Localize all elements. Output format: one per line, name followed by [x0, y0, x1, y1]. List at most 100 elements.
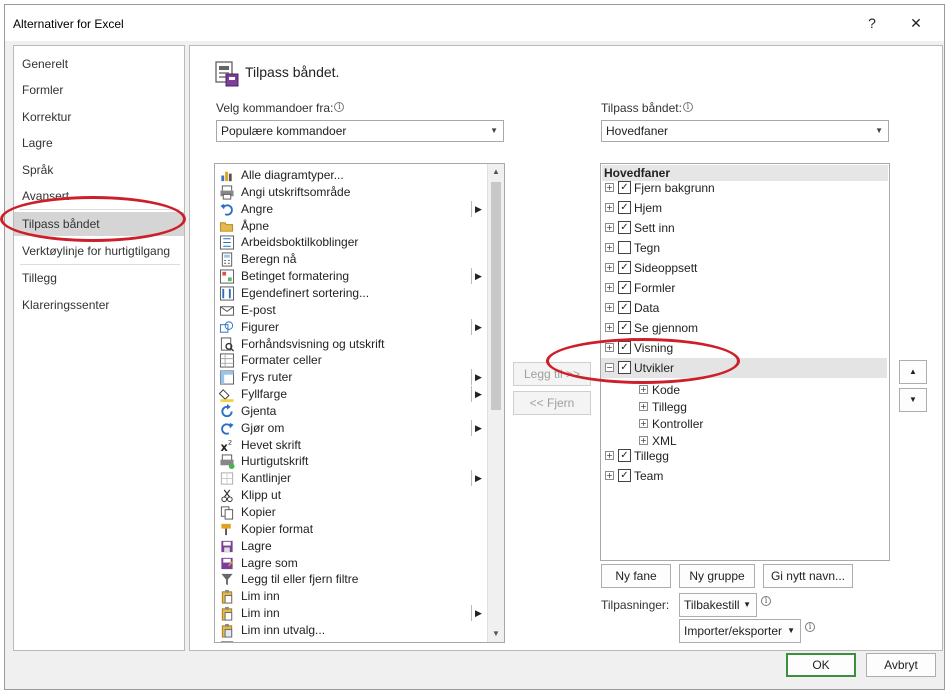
- tab-checkbox[interactable]: ✓: [618, 469, 631, 482]
- expand-icon[interactable]: +: [639, 402, 648, 411]
- move-up-button[interactable]: ▲: [899, 360, 927, 384]
- customize-ribbon-dropdown[interactable]: Hovedfaner ▼: [601, 120, 889, 142]
- tree-item[interactable]: + ✓ Data: [601, 298, 887, 318]
- command-item[interactable]: Figurer ▶: [215, 318, 485, 336]
- move-down-button[interactable]: ▼: [899, 388, 927, 412]
- tree-item[interactable]: + ✓ Formler: [601, 278, 887, 298]
- sidebar-item[interactable]: Lagre: [14, 131, 184, 155]
- expand-icon[interactable]: +: [605, 203, 614, 212]
- tree-item[interactable]: + ✓ Se gjennom: [601, 318, 887, 338]
- dropdown-arrow-icon: ▼: [875, 126, 883, 135]
- new-tab-button[interactable]: Ny fane: [601, 564, 671, 588]
- command-label: Lagre: [241, 538, 272, 553]
- tab-checkbox[interactable]: ✓: [618, 201, 631, 214]
- expand-icon[interactable]: +: [605, 451, 614, 460]
- command-item[interactable]: Legg til eller fjern filtre: [215, 571, 485, 588]
- command-item[interactable]: Betinget formatering ▶: [215, 268, 485, 285]
- command-item[interactable]: Lim inn ▶: [215, 605, 485, 622]
- expand-icon[interactable]: +: [605, 471, 614, 480]
- close-button[interactable]: ✕: [901, 11, 931, 35]
- quick-print-icon: [219, 454, 235, 470]
- command-item[interactable]: Angre ▶: [215, 200, 485, 218]
- scroll-down-icon[interactable]: ▼: [488, 626, 504, 642]
- new-group-button[interactable]: Ny gruppe: [679, 564, 755, 588]
- tree-item[interactable]: + ✓ Tillegg: [601, 446, 887, 466]
- sidebar-item[interactable]: Klareringssenter: [14, 293, 184, 317]
- command-item[interactable]: Egendefinert sortering...: [215, 285, 485, 302]
- command-item[interactable]: Hurtigutskrift: [215, 453, 485, 470]
- expand-icon[interactable]: +: [605, 223, 614, 232]
- tree-item[interactable]: + ✓ Team: [601, 466, 887, 486]
- command-item[interactable]: Gjør om ▶: [215, 419, 485, 437]
- tab-checkbox[interactable]: [618, 241, 631, 254]
- scroll-thumb[interactable]: [491, 182, 501, 410]
- tab-checkbox[interactable]: ✓: [618, 181, 631, 194]
- tree-item[interactable]: + ✓ Fjern bakgrunn: [601, 178, 887, 198]
- command-item[interactable]: Fyllfarge ▶: [215, 386, 485, 403]
- tree-item[interactable]: + ✓ Sett inn: [601, 218, 887, 238]
- command-item[interactable]: Arbeidsboktilkoblinger: [215, 234, 485, 251]
- tab-checkbox[interactable]: ✓: [618, 281, 631, 294]
- command-item[interactable]: Lagre: [215, 538, 485, 555]
- command-item[interactable]: E-post: [215, 302, 485, 319]
- rename-button[interactable]: Gi nytt navn...: [763, 564, 853, 588]
- command-item[interactable]: Angi utskriftsområde: [215, 184, 485, 201]
- command-item[interactable]: x 2 Hevet skrift: [215, 437, 485, 454]
- command-item[interactable]: Alle diagramtyper...: [215, 167, 485, 184]
- expand-icon[interactable]: +: [639, 419, 648, 428]
- command-item[interactable]: Makroer: [215, 639, 485, 642]
- expand-icon[interactable]: +: [605, 263, 614, 272]
- commands-scrollbar[interactable]: ▲ ▼: [487, 164, 504, 642]
- reset-dropdown[interactable]: Tilbakestill ▼: [679, 593, 757, 617]
- tree-item-label: Hjem: [634, 201, 663, 215]
- commands-list[interactable]: MakroerLim inn utvalg...Lim inn▶Lim innL…: [214, 163, 505, 643]
- sidebar-item[interactable]: Tillegg: [14, 266, 184, 290]
- expand-icon[interactable]: +: [605, 183, 614, 192]
- cancel-button[interactable]: Avbryt: [866, 653, 936, 677]
- command-item[interactable]: Åpne: [215, 218, 485, 235]
- dialog-title: Alternativer for Excel: [13, 17, 124, 31]
- tree-item[interactable]: + Tegn: [601, 238, 887, 258]
- command-item[interactable]: Kopier: [215, 504, 485, 521]
- print-area-icon: [219, 185, 235, 200]
- ok-button[interactable]: OK: [786, 653, 856, 677]
- scroll-up-icon[interactable]: ▲: [488, 164, 504, 180]
- tab-checkbox[interactable]: ✓: [618, 301, 631, 314]
- tree-item[interactable]: + ✓ Sideoppsett: [601, 258, 887, 278]
- expand-icon[interactable]: +: [605, 303, 614, 312]
- command-label: Beregn nå: [241, 252, 297, 267]
- sidebar-item[interactable]: Verktøylinje for hurtigtilgang: [14, 239, 184, 263]
- sidebar-item[interactable]: Formler: [14, 78, 184, 102]
- choose-commands-dropdown[interactable]: Populære kommandoer ▼: [216, 120, 504, 142]
- tab-checkbox[interactable]: ✓: [618, 221, 631, 234]
- remove-button[interactable]: << Fjern: [513, 391, 591, 415]
- tree-item[interactable]: + ✓ Hjem: [601, 198, 887, 218]
- command-item[interactable]: Gjenta: [215, 403, 485, 420]
- expand-icon[interactable]: +: [605, 243, 614, 252]
- expand-icon[interactable]: +: [605, 283, 614, 292]
- expand-icon[interactable]: +: [639, 436, 648, 445]
- options-sidebar: Generelt Formler Korrektur Lagre Språk Avanse…: [13, 45, 185, 651]
- command-item[interactable]: Formater celler: [215, 352, 485, 369]
- command-item[interactable]: Frys ruter ▶: [215, 369, 485, 386]
- sidebar-item[interactable]: Korrektur: [14, 105, 184, 129]
- command-item[interactable]: Klipp ut: [215, 487, 485, 504]
- command-item[interactable]: Beregn nå: [215, 251, 485, 268]
- expand-icon[interactable]: +: [639, 385, 648, 394]
- command-item[interactable]: Lagre som: [215, 555, 485, 572]
- expand-icon[interactable]: +: [605, 323, 614, 332]
- command-item[interactable]: Forhåndsvisning og utskrift: [215, 336, 485, 353]
- import-export-dropdown[interactable]: Importer/eksporter ▼: [679, 619, 801, 643]
- sidebar-item[interactable]: Generelt: [14, 52, 184, 76]
- command-item[interactable]: Lim inn: [215, 588, 485, 605]
- command-item[interactable]: Kantlinjer ▶: [215, 470, 485, 487]
- tab-checkbox[interactable]: ✓: [618, 261, 631, 274]
- scissors-icon: [219, 488, 235, 503]
- tab-checkbox[interactable]: ✓: [618, 449, 631, 462]
- sidebar-item[interactable]: Språk: [14, 158, 184, 182]
- tab-checkbox[interactable]: ✓: [618, 321, 631, 334]
- command-item[interactable]: Kopier format: [215, 521, 485, 538]
- submenu-arrow-icon: ▶: [475, 321, 482, 332]
- command-item[interactable]: Lim inn utvalg...: [215, 622, 485, 639]
- help-button[interactable]: ?: [857, 11, 887, 35]
